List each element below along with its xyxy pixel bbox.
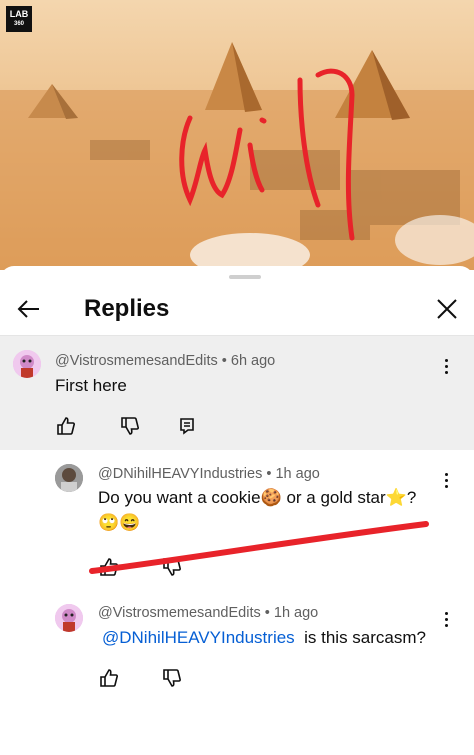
- back-button[interactable]: [14, 294, 44, 324]
- more-vert-icon[interactable]: [438, 609, 454, 631]
- pyramids-scene: [0, 0, 474, 270]
- emoji-line: 🙄😄: [98, 513, 141, 532]
- comment-text-part: is this sarcasm?: [304, 628, 426, 647]
- dislike-button[interactable]: [119, 415, 141, 437]
- mention-link[interactable]: @DNihilHEAVYIndustries: [102, 628, 295, 647]
- avatar-image: [13, 350, 41, 378]
- parent-comment: @VistrosmemesandEdits • 6h ago First her…: [0, 336, 474, 450]
- thumbs-up-icon: [100, 669, 118, 687]
- comment-text-part: Do you want a cookie: [98, 488, 261, 507]
- avatar-image: [55, 464, 83, 492]
- reply-comment: @VistrosmemesandEdits • 1h ago @DNihilHE…: [0, 596, 474, 706]
- thumbs-down-icon: [121, 417, 139, 435]
- page-title: Replies: [84, 295, 170, 322]
- reply-icon: [180, 418, 194, 435]
- comment-author[interactable]: @VistrosmemesandEdits: [55, 353, 218, 369]
- app-root: LAB 360 Replies @VistrosmemesandEdits • …: [0, 0, 474, 755]
- separator: •: [266, 466, 272, 482]
- comment-text: First here: [55, 376, 127, 395]
- separator: •: [264, 605, 270, 621]
- comment-text: Do you want a cookie🍪 or a gold star⭐?: [98, 488, 416, 508]
- comment-text-part: or a gold star: [286, 488, 386, 507]
- arrow-left-icon: [17, 300, 39, 318]
- video-player[interactable]: LAB 360: [0, 0, 474, 270]
- comment-text-part: ?: [406, 488, 417, 507]
- like-button[interactable]: [55, 415, 77, 437]
- separator: •: [221, 353, 227, 369]
- star-emoji: ⭐: [385, 488, 407, 507]
- more-vert-icon[interactable]: [438, 356, 454, 378]
- comment-time: 1h ago: [273, 605, 319, 621]
- comment-text: @DNihilHEAVYIndustries is this sarcasm?: [102, 628, 426, 648]
- channel-logo: LAB 360: [6, 6, 32, 32]
- replies-header: Replies: [0, 286, 474, 334]
- avatar-image: [55, 604, 83, 632]
- avatar[interactable]: [55, 604, 83, 632]
- more-vert-icon[interactable]: [438, 470, 454, 492]
- like-button[interactable]: [98, 556, 120, 578]
- dislike-button[interactable]: [161, 667, 183, 689]
- reply-button[interactable]: [176, 415, 198, 437]
- like-button[interactable]: [98, 667, 120, 689]
- comment-author[interactable]: @VistrosmemesandEdits: [98, 605, 261, 621]
- comment-author-line: @DNihilHEAVYIndustries • 1h ago: [98, 466, 320, 482]
- thumbs-down-icon: [163, 558, 181, 576]
- comment-author-line: @VistrosmemesandEdits • 1h ago: [98, 605, 318, 621]
- close-icon: [437, 299, 457, 319]
- replies-sheet: Replies @VistrosmemesandEdits • 6h ago F…: [0, 266, 474, 755]
- thumbs-down-icon: [163, 669, 181, 687]
- cookie-emoji: 🍪: [260, 488, 282, 507]
- dislike-button[interactable]: [161, 556, 183, 578]
- thumbs-up-icon: [100, 558, 118, 576]
- comment-time: 1h ago: [275, 466, 320, 482]
- thumbs-up-icon: [57, 417, 75, 435]
- avatar[interactable]: [55, 464, 83, 492]
- comment-author-line: @VistrosmemesandEdits • 6h ago: [55, 353, 275, 369]
- drag-handle[interactable]: [229, 275, 261, 279]
- avatar[interactable]: [13, 350, 41, 378]
- close-button[interactable]: [432, 294, 462, 324]
- reply-comment: @DNihilHEAVYIndustries • 1h ago Do you w…: [0, 456, 474, 586]
- comment-author[interactable]: @DNihilHEAVYIndustries: [98, 466, 262, 482]
- comment-time: 6h ago: [230, 353, 276, 369]
